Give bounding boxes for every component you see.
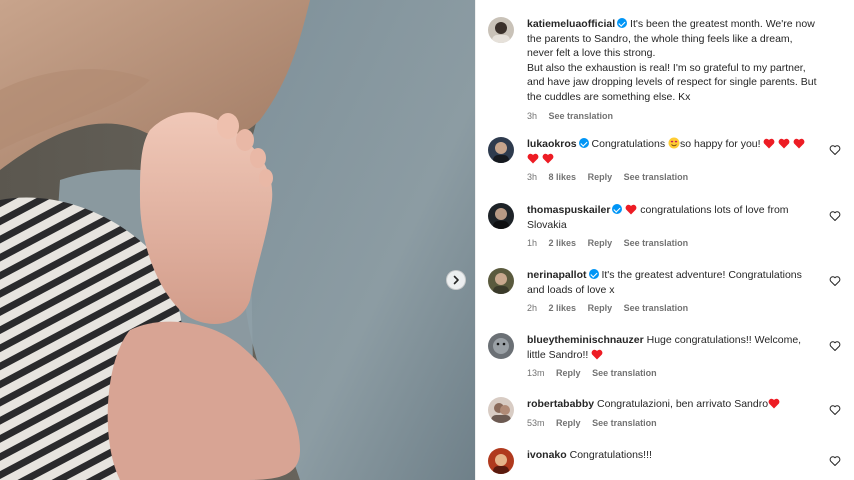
next-photo-button[interactable] [446,270,466,290]
comment-username[interactable]: blueytheminischnauzer [527,334,644,346]
reply-button[interactable]: Reply [588,303,613,313]
see-translation-link[interactable]: See translation [624,238,689,248]
comment-time[interactable]: 2h [527,303,537,313]
heart-outline-icon[interactable] [829,275,841,287]
reply-button[interactable]: Reply [556,418,581,428]
see-translation-link[interactable]: See translation [592,418,657,428]
chevron-right-icon [453,275,459,285]
smiling-face-with-hearts-icon [668,137,680,149]
comment-likes[interactable]: 8 likes [549,172,577,182]
red-heart-icon [527,153,539,163]
see-translation-link[interactable]: See translation [624,172,689,182]
post-photo [0,0,475,480]
comment-text-after: so happy for you! [680,138,761,150]
red-heart-icon [591,349,603,359]
comments-panel: katiemeluaofficial It's been the greates… [475,0,854,480]
comment-time[interactable]: 53m [527,418,545,428]
verified-badge-icon [612,204,623,214]
see-translation-link[interactable]: See translation [592,368,657,378]
verified-badge-icon [578,138,589,148]
avatar[interactable] [488,203,514,229]
avatar[interactable] [488,397,514,423]
red-heart-icon [768,398,780,409]
comment-time[interactable]: 1h [527,238,537,248]
comment-username[interactable]: robertababby [527,398,594,410]
heart-outline-icon[interactable] [829,455,841,467]
comment-likes[interactable]: 2 likes [549,238,577,248]
verified-badge-icon [588,269,599,279]
comment-likes[interactable]: 2 likes [549,303,577,313]
red-heart-icon [793,138,805,149]
heart-outline-icon[interactable] [829,144,841,156]
comment-username[interactable]: ivonako [527,449,567,461]
avatar[interactable] [488,448,514,474]
comment-username[interactable]: nerinapallot [527,269,587,281]
comment-username[interactable]: lukaokros [527,138,577,150]
see-translation-link[interactable]: See translation [549,111,614,121]
see-translation-link[interactable]: See translation [624,303,689,313]
avatar[interactable] [488,137,514,163]
comment-time[interactable]: 3h [527,172,537,182]
caption-time[interactable]: 3h [527,111,537,121]
avatar[interactable] [488,17,514,43]
caption-username[interactable]: katiemeluaofficial [527,18,615,30]
avatar[interactable] [488,268,514,294]
reply-button[interactable]: Reply [588,172,613,182]
comment-text: Congratulations [591,138,666,150]
heart-outline-icon[interactable] [829,340,841,352]
comment-text: Congratulations!!! [569,449,652,461]
red-heart-icon [779,138,790,149]
comment-text: Congratulazioni, ben arrivato Sandro [597,398,769,410]
heart-outline-icon[interactable] [829,404,841,416]
comment-username[interactable]: thomaspuskailer [527,204,610,216]
reply-button[interactable]: Reply [556,368,581,378]
red-heart-icon [542,153,554,163]
reply-button[interactable]: Reply [588,238,613,248]
red-heart-icon [625,204,637,215]
red-heart-icon [764,138,775,149]
heart-outline-icon[interactable] [829,210,841,222]
caption-text-2: But also the exhaustion is real! I'm so … [527,61,817,103]
avatar[interactable] [488,333,514,359]
comment-time[interactable]: 13m [527,368,545,378]
verified-badge-icon [617,18,628,28]
